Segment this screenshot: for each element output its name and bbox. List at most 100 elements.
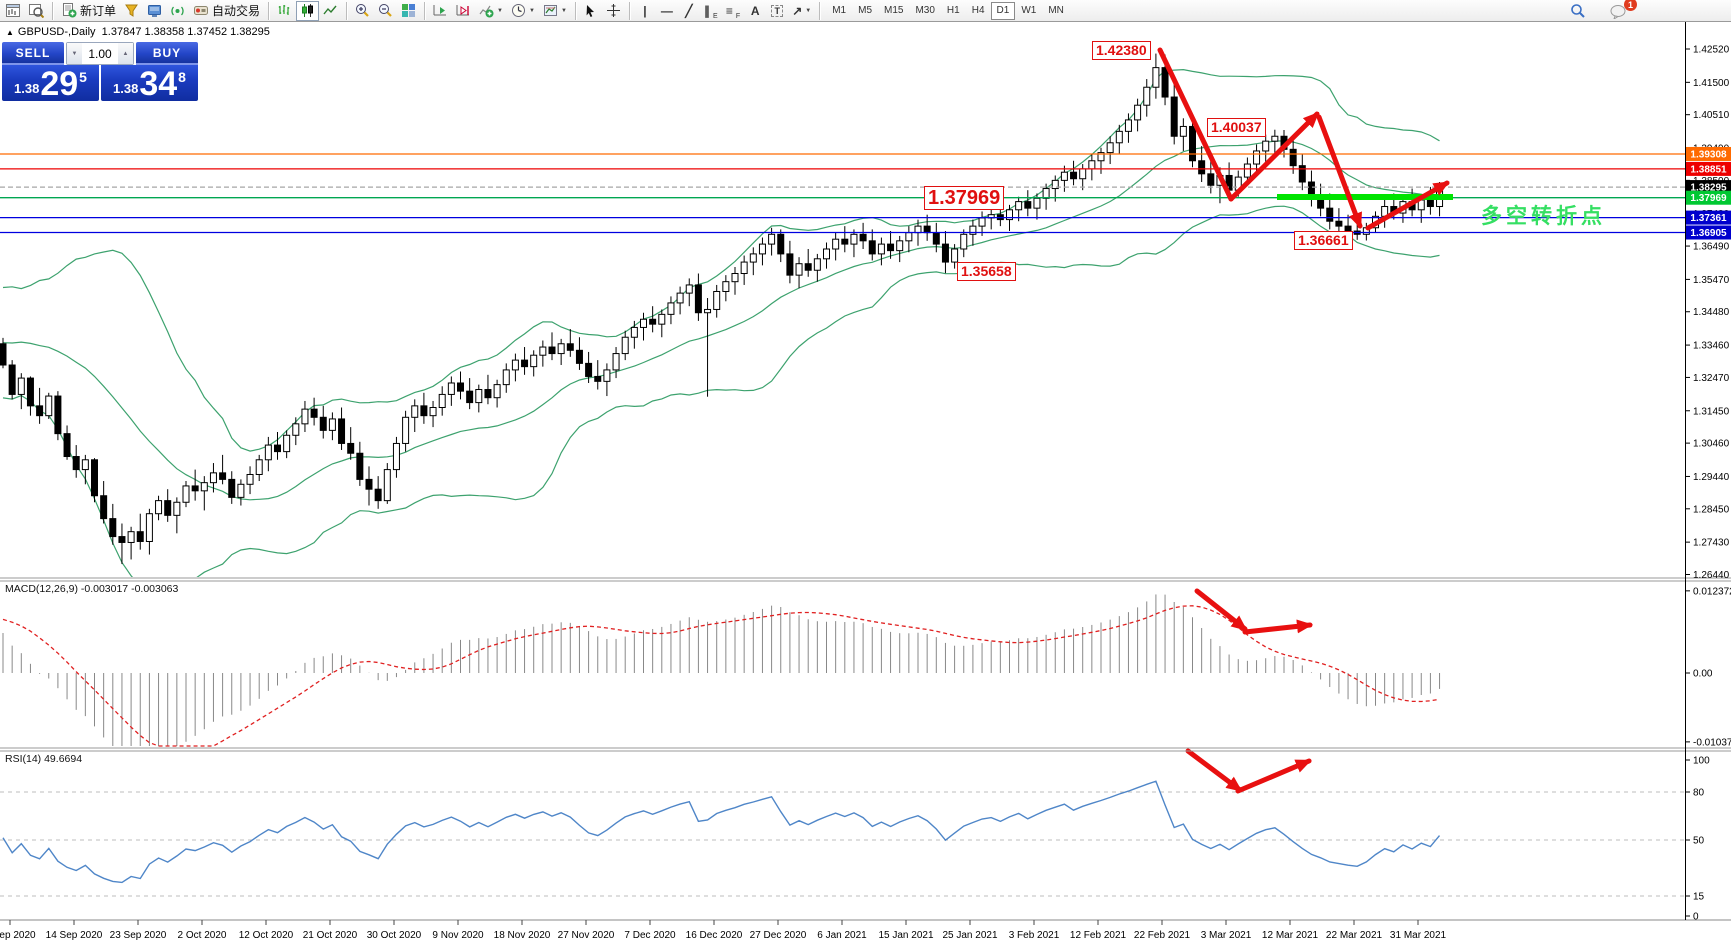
bollinger-middle	[2, 140, 1440, 501]
trendline-tool[interactable]: ╱	[678, 1, 700, 21]
candle-chart-mode-button[interactable]	[296, 0, 320, 21]
trend-arrow-macd	[1194, 588, 1248, 632]
buy-button[interactable]: BUY	[136, 42, 198, 65]
macd-pane[interactable]	[2, 594, 1441, 747]
price-tick-label: 1.32470	[1693, 373, 1730, 384]
tile-windows-button[interactable]	[397, 1, 420, 21]
tf-button-H4[interactable]: H4	[966, 2, 991, 20]
toolbar-separator	[52, 1, 53, 20]
chevron-down-icon: ▼	[805, 7, 812, 14]
buy-price-big: 34	[139, 65, 178, 103]
rsi-pane[interactable]	[0, 780, 1685, 897]
volume-value[interactable]: 1.00	[82, 43, 118, 64]
candles-icon	[302, 4, 314, 17]
crosshair-tool-button[interactable]	[602, 1, 625, 21]
price-annotation: 1.37969	[924, 186, 1005, 210]
channel-sub-label: E	[713, 12, 718, 20]
trendline-icon: ╱	[685, 3, 693, 18]
buy-price[interactable]: 1.38 34 8	[101, 65, 198, 101]
symbol-ohlc: 1.37847 1.38358 1.37452 1.38295	[101, 26, 270, 38]
chevron-down-icon: ▼	[497, 7, 503, 14]
volume-increase-button[interactable]: ▲	[118, 43, 133, 64]
rsi-tick-label: 0	[1693, 912, 1699, 923]
symbol-dropdown-icon[interactable]: ▲	[6, 28, 14, 37]
zoom-out-button[interactable]	[374, 1, 397, 21]
tf-button-W1[interactable]: W1	[1015, 2, 1042, 20]
tf-button-MN[interactable]: MN	[1042, 2, 1070, 20]
search-button[interactable]	[1566, 1, 1590, 21]
tf-button-D1[interactable]: D1	[990, 1, 1016, 20]
price-badge-label: 1.37361	[1690, 213, 1727, 224]
cursor-icon	[586, 4, 595, 17]
signals-button[interactable]	[166, 1, 189, 21]
notifications-button[interactable]: 1	[1606, 0, 1637, 21]
tf-button-M5[interactable]: M5	[852, 2, 878, 20]
price-tick-label: 1.27430	[1693, 538, 1730, 549]
date-label: 12 Feb 2021	[1070, 930, 1127, 941]
volume-decrease-button[interactable]: ▼	[67, 43, 82, 64]
date-label: 16 Dec 2020	[686, 930, 743, 941]
tf-button-H1[interactable]: H1	[941, 2, 966, 20]
channel-icon: ∥	[704, 3, 711, 18]
hline-icon: —	[660, 3, 673, 18]
autotrading-button[interactable]: 自动交易	[189, 1, 264, 21]
new-order-button[interactable]: 新订单	[57, 1, 120, 21]
date-label: 30 Oct 2020	[367, 930, 422, 941]
date-label: 21 Oct 2020	[303, 930, 358, 941]
symbol-title: GBPUSD-,Daily	[17, 26, 96, 38]
date-label: 9 Nov 2020	[432, 930, 484, 941]
new-chart-button[interactable]	[2, 1, 25, 21]
rsi-tick-label: 80	[1693, 788, 1705, 799]
zoom-in-button[interactable]	[351, 1, 374, 21]
auto-scroll-icon	[433, 5, 447, 16]
fibonacci-tool[interactable]: ≡ F	[722, 1, 744, 21]
chart-profiles-button[interactable]	[25, 1, 48, 21]
label-icon: T	[771, 4, 783, 17]
price-tick-label: 1.40510	[1693, 110, 1730, 121]
chart-canvas[interactable]: 1.425201.415001.405101.394901.385001.374…	[0, 0, 1731, 946]
price-tick-label: 1.41500	[1693, 78, 1730, 89]
text-tool[interactable]: A	[744, 1, 766, 21]
trend-arrow-rsi	[1235, 758, 1312, 794]
search-icon	[1571, 4, 1585, 18]
bar-chart-mode-button[interactable]	[273, 1, 296, 21]
sell-price[interactable]: 1.38 29 5	[2, 65, 99, 101]
auto-scroll-button[interactable]	[429, 1, 452, 21]
profiles-icon	[29, 4, 44, 18]
price-tick-label: 1.26440	[1693, 570, 1730, 581]
rsi-line	[2, 780, 1441, 884]
autotrading-label: 自动交易	[212, 4, 261, 18]
timeframe-group: M1 M5 M15 M30 H1 H4 D1 W1 MN	[826, 1, 1070, 20]
bars-icon	[278, 5, 290, 15]
fibonacci-sub-label: F	[735, 12, 741, 20]
zoom-in-icon	[356, 4, 369, 17]
cursor-tool-button[interactable]	[580, 1, 602, 21]
label-tool[interactable]: T	[766, 1, 788, 21]
market-watch-button[interactable]	[143, 1, 166, 21]
text-icon: A	[750, 3, 760, 18]
add-indicator-button[interactable]: ▼	[475, 1, 507, 21]
line-chart-mode-button[interactable]	[319, 1, 342, 21]
vertical-line-tool[interactable]: |	[634, 1, 656, 21]
tf-button-M15[interactable]: M15	[878, 2, 909, 20]
channel-tool[interactable]: ∥ E	[700, 1, 722, 21]
tf-button-M30[interactable]: M30	[909, 2, 940, 20]
date-label: 27 Nov 2020	[558, 930, 615, 941]
new-order-icon	[63, 3, 77, 18]
macd-tick-label: 0.00	[1693, 669, 1713, 680]
buy-price-prefix: 1.38	[113, 81, 139, 96]
indicator-list-button[interactable]	[120, 1, 143, 21]
sell-button[interactable]: SELL	[2, 42, 64, 65]
horizontal-line-tool[interactable]: —	[656, 1, 678, 21]
date-label: 31 Mar 2021	[1390, 930, 1447, 941]
tf-button-M1[interactable]: M1	[826, 2, 852, 20]
templates-button[interactable]: ▼	[539, 1, 571, 21]
arrows-tool[interactable]: ↗ ▼	[788, 1, 815, 21]
buy-price-sup: 8	[178, 69, 186, 85]
rsi-tick-label: 50	[1693, 836, 1705, 847]
periodicity-button[interactable]: ▼	[507, 1, 539, 21]
signal-icon	[171, 6, 184, 16]
rsi-tick-label: 100	[1693, 756, 1710, 767]
price-annotation: 1.42380	[1092, 41, 1151, 60]
chart-shift-button[interactable]	[452, 1, 475, 21]
